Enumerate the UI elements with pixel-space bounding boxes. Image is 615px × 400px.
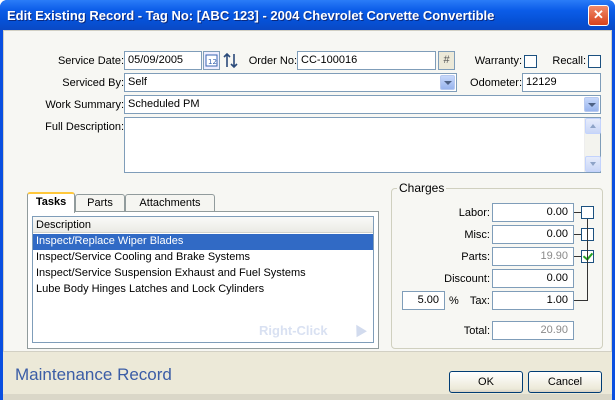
labor-taxable-checkbox[interactable] [581,206,594,219]
tasks-list[interactable]: Description Inspect/Replace Wiper Blades… [32,216,374,343]
labor-field[interactable]: 0.00 [492,203,574,222]
service-date-label: Service Date: [57,55,124,67]
warranty-label: Warranty: [474,55,522,67]
misc-label: Misc: [464,229,490,241]
warranty-checkbox[interactable] [524,55,537,68]
labor-connector [574,212,581,213]
work-summary-combo[interactable]: Scheduled PM [124,95,601,114]
tax-field[interactable]: 1.00 [492,291,574,310]
misc-field[interactable]: 0.00 [492,225,574,244]
scroll-down-icon[interactable] [585,156,601,172]
list-item[interactable]: Lube Body Hinges Latches and Lock Cylind… [33,282,373,298]
full-description-textarea[interactable] [124,117,601,173]
order-no-lookup-button[interactable]: # [438,51,455,70]
work-summary-dropdown-icon[interactable] [584,97,599,112]
parts-field: 19.90 [492,247,574,266]
svg-text:12: 12 [208,58,217,66]
close-button[interactable]: ✕ [588,5,609,26]
form-panel: Service Date: 05/09/2005 12 Order No: CC… [3,30,612,352]
list-item[interactable]: Inspect/Service Cooling and Brake System… [33,250,373,266]
labor-label: Labor: [458,207,490,219]
full-description-label: Full Description: [45,121,124,133]
list-item[interactable]: Inspect/Service Suspension Exhaust and F… [33,266,373,282]
title-bar[interactable]: Edit Existing Record - Tag No: [ABC 123]… [0,0,615,30]
calendar-icon[interactable]: 12 [203,51,220,70]
work-summary-value: Scheduled PM [128,98,200,110]
odometer-field[interactable]: 12129 [522,73,601,92]
total-field: 20.90 [492,321,574,340]
work-summary-label: Work Summary: [45,99,124,111]
discount-label: Discount: [444,273,490,285]
ok-button[interactable]: OK [449,371,523,393]
tasks-tab-panel: Description Inspect/Replace Wiper Blades… [27,211,379,349]
serviced-by-combo[interactable]: Self [124,73,457,92]
discount-field[interactable]: 0.00 [492,269,574,288]
order-no-label: Order No: [248,55,297,67]
recall-label: Recall: [552,55,586,67]
serviced-by-value: Self [128,76,147,88]
recall-checkbox[interactable] [588,55,601,68]
tax-connector [574,300,588,301]
sort-arrows-icon[interactable] [222,51,240,70]
tab-tasks[interactable]: Tasks [27,192,75,213]
cancel-button[interactable]: Cancel [528,371,602,393]
serviced-by-dropdown-icon[interactable] [440,75,455,90]
bottom-edge [3,394,612,400]
service-date-field[interactable]: 05/09/2005 [124,51,202,70]
charges-title: Charges [397,181,447,195]
tax-label: Tax: [469,295,490,307]
right-click-hint: Right-Click [259,323,328,338]
scroll-up-icon[interactable] [585,118,601,134]
charges-group: Charges Labor: 0.00 Misc: 0.00 Parts: 19… [391,181,603,349]
tax-rate-field[interactable]: 5.00 [402,291,445,310]
description-column-header[interactable]: Description [33,217,373,233]
total-label: Total: [463,325,490,337]
tax-bracket-line [587,219,588,300]
window-title: Edit Existing Record - Tag No: [ABC 123]… [7,8,495,23]
order-no-field[interactable]: CC-100016 [297,51,436,70]
dialog-window: Edit Existing Record - Tag No: [ABC 123]… [0,0,615,400]
list-item[interactable]: Inspect/Replace Wiper Blades [33,234,373,250]
cursor-arrow-icon [351,321,367,338]
misc-connector [574,234,581,235]
description-scrollbar[interactable] [584,118,601,172]
odometer-label: Odometer: [470,77,522,89]
serviced-by-label: Serviced By: [62,77,124,89]
parts-label: Parts: [461,251,490,263]
dialog-client: Service Date: 05/09/2005 12 Order No: CC… [3,30,612,400]
parts-connector [574,256,581,257]
footer-title: Maintenance Record [15,365,172,384]
